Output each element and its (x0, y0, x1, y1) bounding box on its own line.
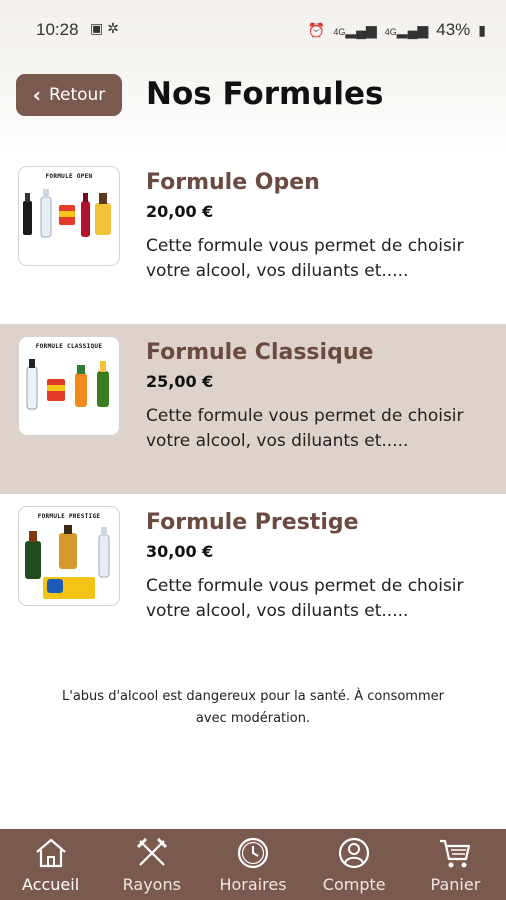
cart-icon (440, 839, 471, 868)
drinks-illustration (25, 525, 110, 599)
user-icon (339, 837, 370, 869)
utensils-icon (136, 837, 167, 866)
nav-item-compte[interactable]: Compte (304, 829, 405, 900)
clock-icon (237, 837, 269, 869)
formula-description: Cette formule vous permet de choisir vot… (146, 236, 464, 281)
formula-list: FORMULE OPEN Formule Open 20,00 € Cette … (0, 154, 506, 664)
image-label: FORMULE CLASSIQUE (35, 343, 103, 350)
chevron-left-icon: ‹ (32, 83, 41, 107)
formula-price: 25,00 € (146, 372, 214, 391)
nav-label: Panier (430, 875, 481, 894)
image-label: FORMULE PRESTIGE (37, 513, 101, 520)
header: ‹ Retour Nos Formules (0, 58, 506, 154)
alcohol-warning: L'abus d'alcool est dangereux pour la sa… (0, 686, 506, 730)
formula-card-prestige[interactable]: FORMULE PRESTIGE Formule Prestige 30,00 … (0, 494, 506, 664)
status-icons: ⏰ 4G▂▄▆ 4G▂▄▆ 43% ▮ (308, 20, 486, 40)
back-button[interactable]: ‹ Retour (16, 74, 122, 116)
formula-price: 30,00 € (146, 542, 214, 561)
image-label: FORMULE OPEN (45, 173, 93, 180)
bottom-navigation: Accueil Rayons Horaires Compte Panier (0, 829, 506, 900)
nav-label: Accueil (22, 875, 80, 894)
status-time: 10:28 (36, 20, 79, 39)
nav-item-rayons[interactable]: Rayons (101, 829, 202, 900)
formula-name: Formule Classique (146, 340, 374, 365)
page-title: Nos Formules (146, 76, 384, 112)
warning-line-1: L'abus d'alcool est dangereux pour la sa… (62, 689, 444, 704)
drinks-illustration (23, 189, 111, 238)
formula-name: Formule Open (146, 170, 320, 195)
home-icon (35, 838, 66, 868)
formula-image: FORMULE CLASSIQUE (18, 336, 120, 436)
nav-item-panier[interactable]: Panier (405, 829, 506, 900)
nav-label: Horaires (219, 875, 287, 894)
signal-icon-1: 4G▂▄▆ (333, 21, 377, 38)
battery-level: 43% (436, 20, 471, 39)
formula-card-classique[interactable]: FORMULE CLASSIQUE Formule Classique 25,0… (0, 324, 506, 494)
warning-line-2: avec modération. (195, 711, 311, 726)
nav-item-horaires[interactable]: Horaires (202, 829, 303, 900)
formula-image: FORMULE PRESTIGE (18, 506, 120, 606)
formula-description: Cette formule vous permet de choisir vot… (146, 406, 464, 451)
status-bar: 10:28 ▣ ✲ ⏰ 4G▂▄▆ 4G▂▄▆ 43% ▮ (0, 0, 506, 58)
formula-card-open[interactable]: FORMULE OPEN Formule Open 20,00 € Cette … (0, 154, 506, 324)
formula-description: Cette formule vous permet de choisir vot… (146, 576, 464, 621)
formula-image: FORMULE OPEN (18, 166, 120, 266)
nav-label: Rayons (122, 875, 181, 894)
notification-icons: ▣ ✲ (90, 20, 119, 36)
back-label: Retour (48, 85, 106, 105)
formula-name: Formule Prestige (146, 510, 359, 535)
nav-label: Compte (322, 875, 386, 894)
signal-icon-2: 4G▂▄▆ (384, 21, 429, 38)
formula-price: 20,00 € (146, 202, 214, 221)
nav-item-accueil[interactable]: Accueil (0, 829, 101, 900)
battery-icon: ▮ (478, 21, 486, 38)
drinks-illustration (26, 359, 109, 410)
alarm-icon: ⏰ (307, 21, 326, 38)
